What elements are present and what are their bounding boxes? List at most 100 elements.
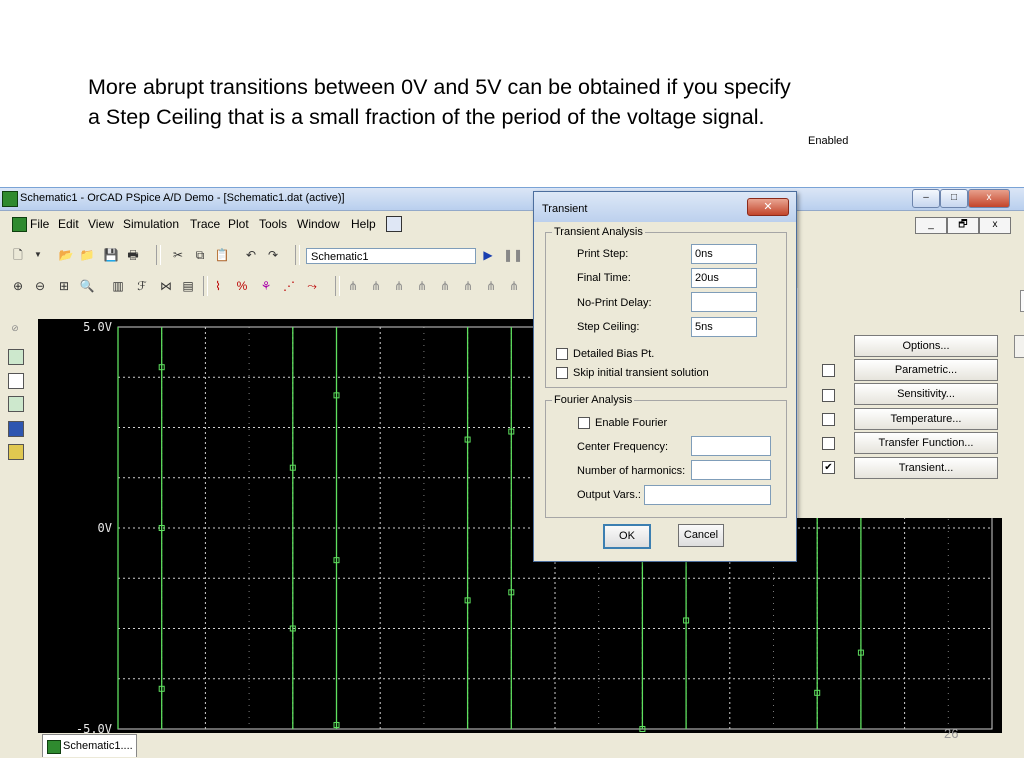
zoom-in-icon[interactable]: ⊕ (10, 278, 26, 294)
transient-checkbox[interactable]: ✔ (822, 461, 835, 474)
transfer-function-button[interactable]: Transfer Function... (854, 432, 998, 454)
sensitivity-checkbox[interactable] (822, 389, 835, 402)
probe-toolbar: ⊕ ⊖ ⊞ 🔍 ▥ ℱ ⋈ ▤ ⌇ % ⚘ ⋰ ⤳ ⋔ ⋔ ⋔ ⋔ ⋔ ⋔ ⋔ … (0, 274, 540, 300)
mdi-close-button[interactable]: x (979, 217, 1011, 234)
maximize-button[interactable]: □ (940, 189, 968, 208)
center-frequency-input[interactable] (691, 436, 771, 456)
cursor-max-icon[interactable]: ⋔ (437, 278, 453, 294)
final-time-input[interactable]: 20us (691, 268, 757, 288)
library-icon[interactable] (8, 444, 24, 460)
output-vars-input[interactable] (644, 485, 771, 505)
menu-help[interactable]: Help (351, 217, 376, 231)
cursor-point-icon[interactable]: ⋔ (460, 278, 476, 294)
display-table-icon[interactable]: ▤ (180, 278, 196, 294)
toolbar-separator (203, 276, 208, 296)
temperature-button[interactable]: Temperature... (854, 408, 998, 430)
window-titlebar[interactable]: Schematic1 - OrCAD PSpice A/D Demo - [Sc… (0, 188, 1024, 211)
sensitivity-button[interactable]: Sensitivity... (854, 383, 998, 405)
fft-icon[interactable]: ℱ (134, 278, 150, 294)
mdi-restore-button[interactable]: 🗗 (947, 217, 979, 234)
detailed-bias-label: Detailed Bias Pt. (573, 348, 655, 360)
step-ceiling-input[interactable]: 5ns (691, 317, 757, 337)
cursor-min-icon[interactable]: ⋔ (414, 278, 430, 294)
center-frequency-label: Center Frequency: (577, 441, 669, 453)
toolbar-separator (156, 245, 161, 265)
output-file-icon[interactable] (8, 373, 24, 389)
mark-data-points-icon[interactable]: ⋰ (281, 278, 297, 294)
menu-trace[interactable]: Trace (190, 217, 220, 231)
cut-icon[interactable]: ✂ (170, 247, 186, 263)
add-trace-icon[interactable]: ⌇ (210, 278, 226, 294)
menu-view[interactable]: View (88, 217, 114, 231)
cursor-peak-icon[interactable]: ⋔ (345, 278, 361, 294)
zoom-area-icon[interactable]: ⊞ (56, 278, 72, 294)
step-ceiling-label: Step Ceiling: (577, 321, 640, 333)
menu-file[interactable]: File (30, 217, 49, 231)
transfer-function-checkbox[interactable] (822, 437, 835, 450)
simulation-profile-combo[interactable]: Schematic1 (306, 248, 476, 264)
transient-button[interactable]: Transient... (854, 457, 998, 479)
book-icon[interactable] (8, 421, 24, 437)
open-folder-icon[interactable]: 📂 (58, 247, 74, 263)
panel-edge-button[interactable] (1014, 335, 1024, 358)
add-plot-icon[interactable]: ⚘ (258, 278, 274, 294)
skip-initial-checkbox[interactable] (556, 367, 568, 379)
menu-plot[interactable]: Plot (228, 217, 249, 231)
schematic-tab-icon (47, 740, 61, 754)
evaluate-measurement-icon[interactable]: % (234, 278, 250, 294)
cursor-next-icon[interactable]: ⋔ (506, 278, 522, 294)
menu-window[interactable]: Window (297, 217, 340, 231)
cursor-trough-icon[interactable]: ⋔ (368, 278, 384, 294)
temperature-checkbox[interactable] (822, 413, 835, 426)
schematic-icon[interactable] (8, 349, 24, 365)
pin-icon[interactable]: ⊘ (8, 321, 22, 335)
pspice-app-icon (2, 191, 18, 207)
print-icon[interactable]: 🖶 (125, 247, 141, 263)
menu-edit[interactable]: Edit (58, 217, 79, 231)
y-tick-label: 0V (98, 521, 112, 535)
zoom-fit-icon[interactable]: 🔍 (79, 278, 95, 294)
parametric-checkbox[interactable] (822, 364, 835, 377)
undo-icon[interactable]: ↶ (243, 247, 259, 263)
no-print-delay-input[interactable] (691, 292, 757, 312)
dialog-close-button[interactable]: ✕ (747, 198, 789, 216)
number-of-harmonics-input[interactable] (691, 460, 771, 480)
chevron-down-icon[interactable]: ▼ (30, 247, 46, 263)
dialog-titlebar[interactable]: Transient ✕ (534, 192, 796, 222)
cursor-search-icon[interactable]: ⋔ (483, 278, 499, 294)
copy-icon[interactable]: ⧉ (192, 247, 208, 263)
options-button[interactable]: Options... (854, 335, 998, 357)
simulation-icon[interactable] (8, 396, 24, 412)
enable-fourier-checkbox[interactable] (578, 417, 590, 429)
close-button[interactable]: x (968, 189, 1010, 208)
paste-icon[interactable]: 📋 (214, 247, 230, 263)
run-icon[interactable]: ▶ (480, 247, 496, 263)
cursor-slope-icon[interactable]: ⋔ (391, 278, 407, 294)
redo-icon[interactable]: ↷ (265, 247, 281, 263)
performance-analysis-icon[interactable]: ⋈ (158, 278, 174, 294)
detailed-bias-checkbox[interactable] (556, 348, 568, 360)
menu-simulation[interactable]: Simulation (123, 217, 179, 231)
parametric-button[interactable]: Parametric... (854, 359, 998, 381)
help-context-icon[interactable] (386, 216, 402, 232)
enabled-column-header: Enabled (808, 135, 849, 147)
menu-tools[interactable]: Tools (259, 217, 287, 231)
toggle-cursor-icon[interactable]: ⤳ (304, 278, 320, 294)
transient-analysis-group-label: Transient Analysis (552, 226, 645, 238)
mdi-minimize-button[interactable]: _ (915, 217, 947, 234)
new-file-icon[interactable]: 🗋 (10, 247, 26, 263)
pause-icon[interactable]: ❚❚ (503, 247, 523, 263)
cancel-button[interactable]: Cancel (678, 524, 724, 547)
slide-caption: More abrupt transitions between 0V and 5… (88, 72, 968, 132)
final-time-label: Final Time: (577, 272, 631, 284)
log-x-axis-icon[interactable]: ▥ (110, 278, 126, 294)
window-title: Schematic1 - OrCAD PSpice A/D Demo - [Sc… (20, 192, 345, 204)
print-step-input[interactable]: 0ns (691, 244, 757, 264)
zoom-out-icon[interactable]: ⊖ (32, 278, 48, 294)
minimize-button[interactable]: – (912, 189, 940, 208)
schematic-window-tab[interactable]: Schematic1.... (42, 734, 137, 757)
open-folder-alt-icon[interactable]: 📁 (79, 247, 95, 263)
slide-page-number: 26 (944, 726, 959, 741)
save-icon[interactable]: 💾 (103, 247, 119, 263)
ok-button[interactable]: OK (603, 524, 651, 549)
